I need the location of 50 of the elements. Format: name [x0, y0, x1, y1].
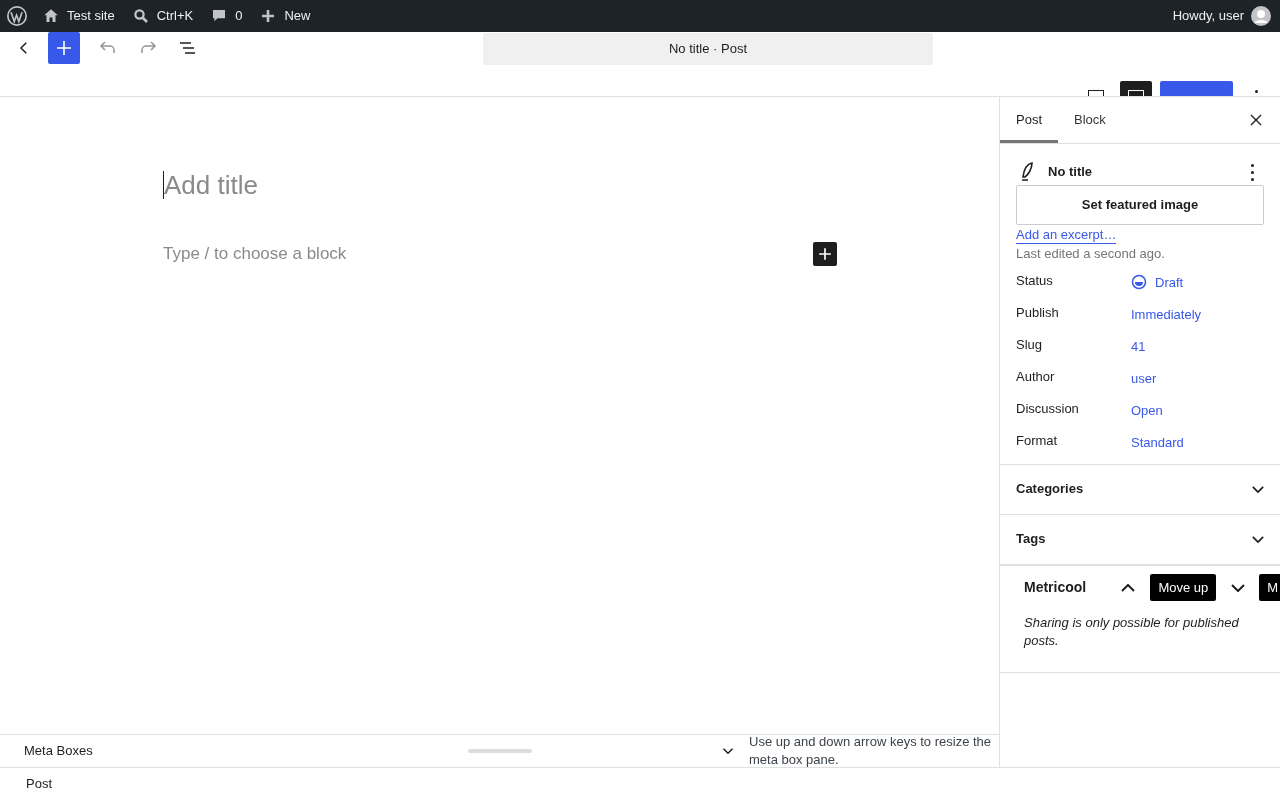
field-value-link[interactable]: Immediately [1131, 304, 1202, 324]
field-label: Discussion [1016, 399, 1080, 418]
field-value-link[interactable]: Open [1131, 400, 1163, 420]
kebab-menu-icon [1250, 163, 1254, 181]
settings-button[interactable] [1120, 81, 1152, 96]
status-button[interactable]: Draft [1131, 272, 1184, 292]
block-placeholder[interactable]: Type / to choose a block [163, 241, 347, 267]
sidebar-tab[interactable]: Post [1000, 97, 1058, 143]
search-icon [131, 7, 150, 25]
panel-header[interactable]: Tags [1000, 514, 1280, 565]
new-link[interactable]: New [259, 6, 311, 26]
sidebar-tab[interactable]: Block [1058, 97, 1122, 143]
panel-header[interactable]: Categories [1000, 464, 1280, 515]
document-title-bar[interactable]: No title · Post [483, 33, 933, 65]
post-title: No title [1048, 163, 1094, 182]
text-cursor [163, 171, 164, 199]
last-edited-text: Last edited a second ago. [1016, 244, 1166, 262]
search-link[interactable]: Ctrl+K [131, 6, 194, 26]
field-label: Author [1016, 367, 1056, 386]
featured-image-button[interactable]: Set featured image [1016, 185, 1264, 225]
chevron-down-icon [1252, 485, 1264, 493]
half-circle-icon [1131, 274, 1147, 291]
avatar-icon [1251, 6, 1271, 26]
tooltip: M [1259, 574, 1280, 601]
resize-hint: Use up and down arrow keys to resize the meta box pane. [749, 733, 993, 769]
house-icon [42, 7, 60, 25]
resize-handle[interactable] [468, 749, 532, 753]
metabox-message: Sharing is only possible for published posts. [1022, 613, 1240, 650]
chevron-up-icon [1121, 583, 1136, 592]
tooltip: Move up [1150, 574, 1217, 601]
add-block-button[interactable] [48, 32, 80, 64]
metabox-title: Metricool [1024, 578, 1088, 597]
field-label: Status [1016, 271, 1054, 290]
field-label: Publish [1016, 303, 1060, 322]
breadcrumb-link[interactable]: Post [26, 774, 52, 794]
field-value-link[interactable]: user [1131, 368, 1157, 388]
block-inserter-button[interactable] [813, 241, 837, 266]
field-value-link[interactable]: 41 [1131, 336, 1146, 356]
field-value-link[interactable]: Standard [1131, 432, 1184, 452]
site-link[interactable]: Test site [42, 6, 115, 26]
excerpt-link[interactable]: Add an excerpt… [1016, 227, 1117, 244]
chevron-down-icon [1252, 535, 1264, 543]
options-button[interactable] [1255, 90, 1258, 93]
field-label: Slug [1016, 335, 1044, 354]
chevron-down-icon [1230, 583, 1245, 592]
meta-boxes-label[interactable]: Meta Boxes [24, 741, 468, 761]
greeting-text[interactable]: Howdy, user [1172, 6, 1244, 26]
field-label: Format [1016, 431, 1059, 450]
wordpress-logo-icon [6, 5, 28, 27]
comments-link[interactable]: 0 [210, 6, 243, 26]
